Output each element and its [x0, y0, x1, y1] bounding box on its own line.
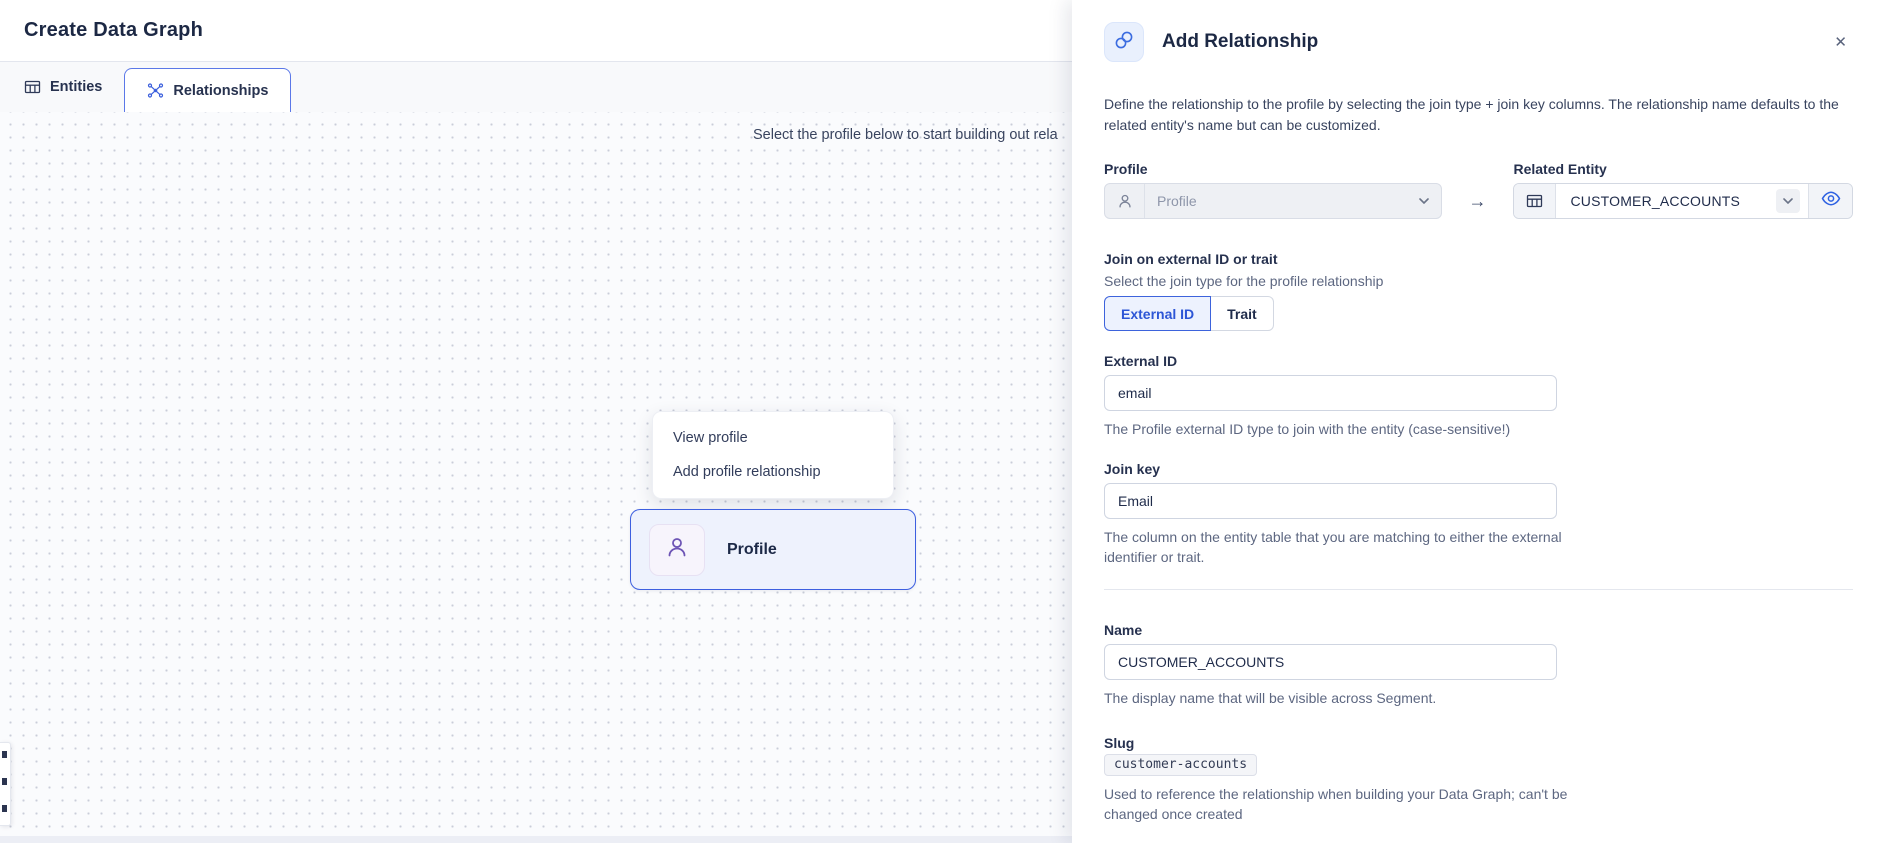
canvas-bottom-edge	[0, 836, 1072, 843]
canvas-hint-text: Select the profile below to start buildi…	[753, 127, 1058, 143]
related-entity-group: Related Entity CUSTOMER_ACCOUNTS	[1513, 161, 1853, 219]
canvas-region: Create Data Graph Entities	[0, 0, 1072, 843]
tab-entities-label: Entities	[50, 79, 102, 95]
menu-item-add-profile-relationship[interactable]: Add profile relationship	[653, 455, 893, 489]
external-id-field-group: External ID The Profile external ID type…	[1104, 353, 1853, 439]
name-help: The display name that will be visible ac…	[1104, 688, 1853, 708]
profile-node[interactable]: Profile	[630, 509, 916, 590]
canvas-zoom-controls[interactable]	[0, 742, 11, 826]
person-icon	[664, 534, 690, 565]
external-id-help: The Profile external ID type to join wit…	[1104, 419, 1853, 439]
page-title: Create Data Graph	[24, 19, 203, 42]
slug-help: Used to reference the relationship when …	[1104, 784, 1619, 824]
panel-title: Add Relationship	[1162, 31, 1828, 53]
table-icon	[24, 79, 41, 95]
table-icon	[1514, 184, 1556, 218]
panel-icon-box	[1104, 22, 1144, 62]
zoom-in-icon[interactable]	[2, 751, 7, 758]
panel-header: Add Relationship ✕	[1104, 22, 1853, 62]
external-id-label: External ID	[1104, 353, 1853, 369]
profile-select[interactable]: Profile	[1104, 183, 1442, 219]
join-type-sublabel: Select the join type for the profile rel…	[1104, 273, 1853, 289]
tab-bar: Entities Relationships	[0, 62, 1072, 112]
slug-value-chip: customer-accounts	[1104, 754, 1257, 776]
profile-select-label: Profile	[1104, 161, 1442, 177]
join-key-help: The column on the entity table that you …	[1104, 527, 1574, 567]
section-divider	[1104, 589, 1853, 590]
chevron-down-icon	[1776, 189, 1800, 213]
profile-select-placeholder: Profile	[1145, 193, 1419, 209]
join-type-toggle: External ID Trait	[1104, 296, 1853, 331]
add-relationship-panel: Add Relationship ✕ Define the relationsh…	[1072, 0, 1877, 843]
eye-icon	[1821, 191, 1841, 211]
tab-relationships[interactable]: Relationships	[124, 68, 291, 112]
profile-node-label: Profile	[727, 541, 777, 559]
preview-entity-button[interactable]	[1808, 184, 1852, 218]
chevron-down-icon	[1419, 198, 1429, 204]
menu-item-view-profile[interactable]: View profile	[653, 421, 893, 455]
app-root: Create Data Graph Entities	[0, 0, 1877, 843]
node-context-menu: View profile Add profile relationship	[652, 411, 894, 499]
arrow-right-icon: →	[1442, 183, 1514, 219]
profile-node-icon-box	[649, 524, 705, 576]
name-label: Name	[1104, 622, 1853, 638]
name-field-group: Name The display name that will be visib…	[1104, 622, 1853, 708]
related-entity-value: CUSTOMER_ACCOUNTS	[1570, 193, 1776, 209]
profile-entity-row: Profile Profile → Related Ent	[1104, 161, 1853, 219]
person-icon	[1105, 184, 1145, 218]
tab-entities[interactable]: Entities	[24, 62, 116, 112]
slug-label: Slug	[1104, 735, 1853, 751]
page-header: Create Data Graph	[0, 0, 1072, 62]
related-entity-label: Related Entity	[1513, 161, 1853, 177]
graph-icon	[147, 82, 164, 99]
name-input[interactable]	[1104, 644, 1557, 680]
panel-description: Define the relationship to the profile b…	[1104, 94, 1853, 136]
fit-view-icon[interactable]	[2, 805, 7, 812]
profile-select-group: Profile Profile	[1104, 161, 1442, 219]
graph-canvas[interactable]: Select the profile below to start buildi…	[0, 112, 1072, 843]
join-type-label: Join on external ID or trait	[1104, 251, 1853, 267]
join-key-label: Join key	[1104, 461, 1853, 477]
link-icon	[1113, 29, 1135, 56]
join-key-field-group: Join key The column on the entity table …	[1104, 461, 1853, 567]
join-type-option-external-id[interactable]: External ID	[1104, 296, 1211, 331]
related-entity-select[interactable]: CUSTOMER_ACCOUNTS	[1513, 183, 1853, 219]
external-id-input[interactable]	[1104, 375, 1557, 411]
zoom-out-icon[interactable]	[2, 778, 7, 785]
slug-field-group: Slug customer-accounts Used to reference…	[1104, 735, 1853, 824]
join-type-option-trait[interactable]: Trait	[1211, 296, 1274, 331]
join-type-section: Join on external ID or trait Select the …	[1104, 251, 1853, 331]
close-icon[interactable]: ✕	[1828, 31, 1853, 54]
join-key-input[interactable]	[1104, 483, 1557, 519]
related-entity-value-area: CUSTOMER_ACCOUNTS	[1556, 184, 1808, 218]
tab-relationships-label: Relationships	[173, 83, 268, 99]
